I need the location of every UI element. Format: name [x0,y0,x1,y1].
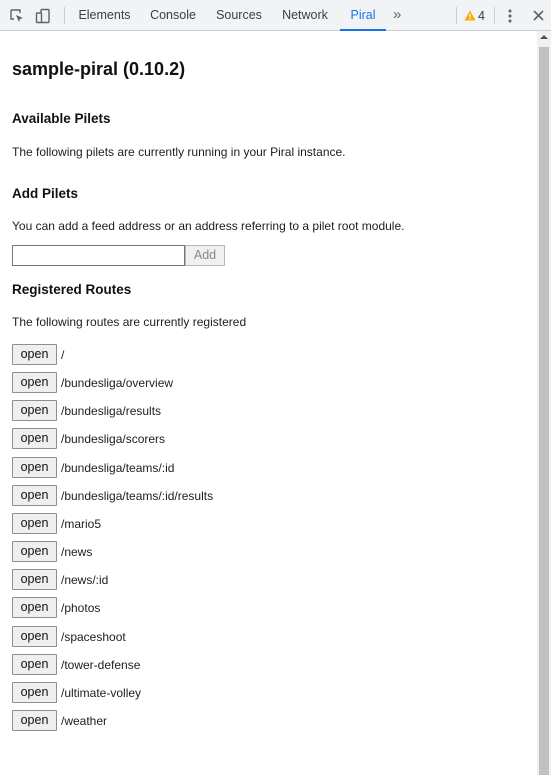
route-path: /mario5 [61,516,102,531]
open-route-button[interactable]: open [12,541,57,562]
open-route-button[interactable]: open [12,400,57,421]
device-toolbar-icon[interactable] [32,0,54,31]
tab-console[interactable]: Console [143,0,203,31]
route-row: open / [12,344,64,365]
more-tabs-button[interactable]: » [393,0,401,31]
route-path: /bundesliga/overview [61,375,174,390]
page-title: sample-piral (0.10.2) [12,59,186,79]
close-icon[interactable] [529,0,547,31]
open-route-button[interactable]: open [12,682,57,703]
warnings-counter[interactable]: 4 [464,0,485,31]
route-path: / [61,347,65,362]
route-path: /bundesliga/results [61,403,162,418]
scrollbar-thumb[interactable] [539,47,549,775]
route-row: open/bundesliga/overview [12,372,173,393]
add-button[interactable]: Add [185,245,225,266]
available-pilets-text: The following pilets are currently runni… [12,145,346,159]
route-row: open/bundesliga/scorers [12,428,165,449]
route-path: /bundesliga/teams/:id/results [61,488,214,503]
open-route-button[interactable]: open [12,485,57,506]
route-path: /bundesliga/scorers [61,431,166,446]
inspect-element-icon[interactable] [6,0,28,31]
route-row: open/spaceshoot [12,626,126,647]
warning-count: 4 [478,8,485,23]
toolbar-divider [64,7,65,24]
tab-elements[interactable]: Elements [73,0,136,31]
open-route-button[interactable]: open [12,710,57,731]
tab-piral[interactable]: Piral [340,0,386,31]
route-path: /news [61,544,93,559]
route-path: /photos [61,600,101,615]
open-route-button[interactable]: open [12,457,57,478]
route-row: open/news/:id [12,569,108,590]
tab-network[interactable]: Network [275,0,335,31]
route-row: open/news [12,541,92,562]
route-row: open/tower-defense [12,654,140,675]
route-path: /bundesliga/teams/:id [61,460,175,475]
registered-routes-heading: Registered Routes [12,282,132,297]
open-route-button[interactable]: open [12,597,57,618]
open-route-button[interactable]: open [12,569,57,590]
add-pilets-text: You can add a feed address or an address… [12,219,405,233]
route-path: /ultimate-volley [61,685,142,700]
toolbar-divider [456,7,457,24]
open-route-button[interactable]: open [12,626,57,647]
open-route-button[interactable]: open [12,428,57,449]
route-row: open/bundesliga/teams/:id [12,457,174,478]
open-route-button[interactable]: open [12,513,57,534]
toolbar-divider [494,7,495,24]
scroll-up-arrow-icon[interactable] [540,35,548,39]
kebab-menu-icon[interactable] [501,0,519,31]
tab-sources[interactable]: Sources [209,0,269,31]
registered-routes-text: The following routes are currently regis… [12,315,247,329]
devtools-toolbar: Elements Console Sources Network Piral »… [0,0,551,31]
open-route-button[interactable]: open [12,344,57,365]
warning-icon [464,10,476,21]
route-path: /tower-defense [61,657,141,672]
available-pilets-heading: Available Pilets [12,111,111,126]
open-route-button[interactable]: open [12,654,57,675]
route-row: open/photos [12,597,100,618]
route-row: open/ultimate-volley [12,682,141,703]
route-row: open/mario5 [12,513,101,534]
route-row: open/bundesliga/teams/:id/results [12,485,213,506]
route-path: /weather [61,713,108,728]
route-row: open/bundesliga/results [12,400,161,421]
route-path: /news/:id [61,572,109,587]
route-row: open/weather [12,710,107,731]
vertical-scrollbar[interactable] [537,31,551,775]
open-route-button[interactable]: open [12,372,57,393]
route-path: /spaceshoot [61,629,126,644]
add-pilets-heading: Add Pilets [12,186,79,201]
feed-address-input[interactable] [12,245,185,266]
